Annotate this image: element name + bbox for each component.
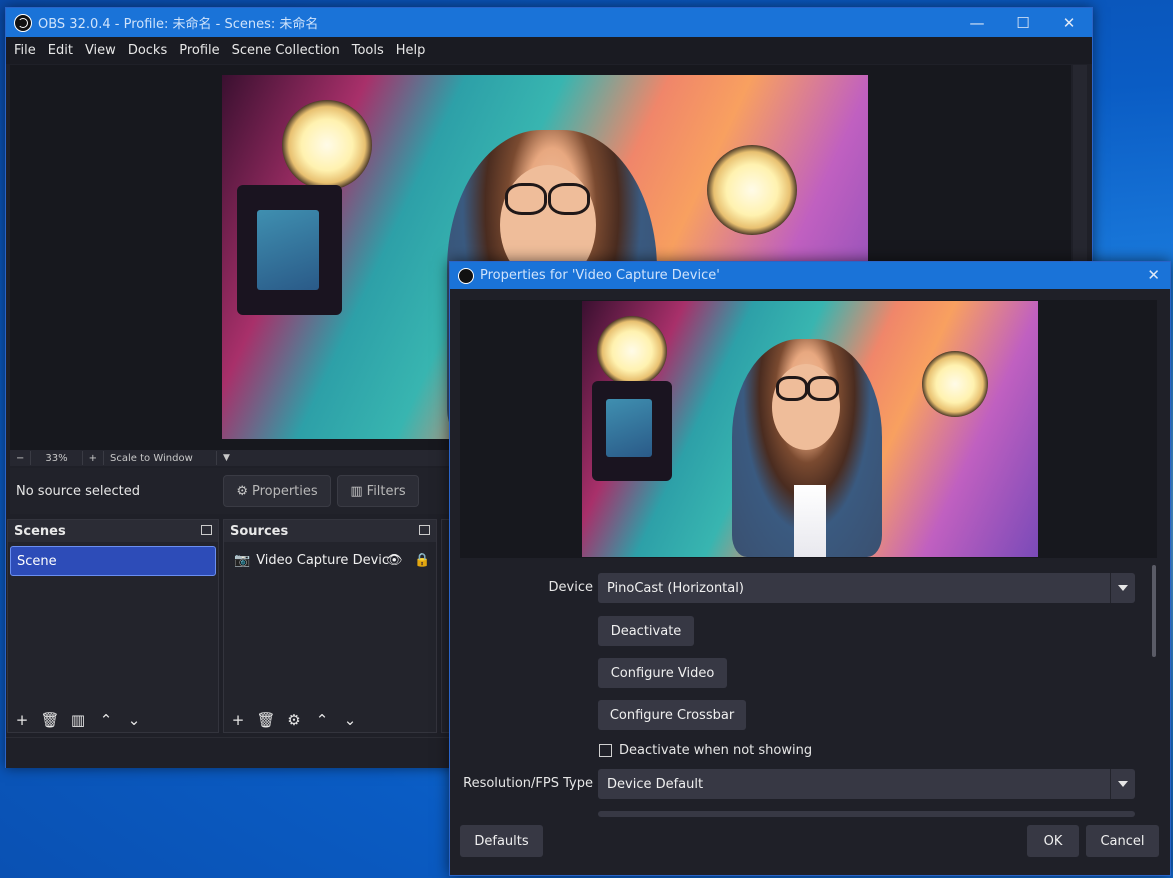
main-window-title: OBS 32.0.4 - Profile: 未命名 - Scenes: 未命名	[38, 17, 319, 32]
no-source-label: No source selected	[16, 484, 140, 499]
minimize-button[interactable]: —	[954, 8, 1000, 37]
menu-profile[interactable]: Profile	[173, 43, 225, 58]
checkbox-box[interactable]	[599, 744, 612, 757]
maximize-icon: ☐	[1016, 13, 1030, 32]
menu-tools[interactable]: Tools	[346, 43, 390, 58]
down-icon[interactable]: ⌄	[336, 711, 364, 729]
down-icon[interactable]: ⌄	[120, 711, 148, 729]
next-select-partial[interactable]	[598, 811, 1135, 817]
cancel-button[interactable]: Cancel	[1086, 825, 1159, 857]
deactivate-when-hidden-checkbox[interactable]: Deactivate when not showing	[599, 743, 812, 758]
scenes-dock: Scenes Scene + 🗑 ▥ ⌃ ⌄	[7, 519, 219, 733]
source-item-label: Video Capture Devic	[256, 552, 390, 568]
properties-label: Properties	[251, 483, 318, 499]
video-capture-image	[582, 301, 1038, 557]
dialog-preview	[460, 300, 1157, 558]
scenes-dock-footer: + 🗑 ▥ ⌃ ⌄	[8, 708, 218, 732]
sources-dock: Sources 📷 Video Capture Devic 👁 🔒 + 🗑 ⚙ …	[223, 519, 437, 733]
scenes-dock-header: Scenes	[8, 520, 218, 542]
menu-scene-collection[interactable]: Scene Collection	[226, 43, 346, 58]
chevron-down-icon	[1110, 769, 1135, 799]
close-button[interactable]: ✕	[1046, 8, 1092, 37]
menu-help[interactable]: Help	[390, 43, 432, 58]
configure-video-button[interactable]: Configure Video	[598, 658, 727, 688]
undock-icon[interactable]	[419, 525, 430, 535]
add-icon[interactable]: +	[224, 711, 252, 729]
close-icon: ✕	[1062, 13, 1076, 32]
device-label: Device	[548, 580, 593, 595]
maximize-button[interactable]: ☐	[1000, 8, 1046, 37]
gear-icon: ⚙	[236, 483, 248, 499]
resfps-value: Device Default	[607, 776, 704, 792]
up-icon[interactable]: ⌃	[308, 711, 336, 729]
zoom-in-button[interactable]: +	[83, 453, 103, 464]
scale-mode-select[interactable]: Scale to Window	[104, 453, 216, 464]
filters-button[interactable]: ▥ Filters	[337, 475, 419, 507]
undock-icon[interactable]	[201, 525, 212, 535]
sources-title: Sources	[230, 523, 289, 539]
ok-button[interactable]: OK	[1027, 825, 1079, 857]
chevron-down-icon	[1110, 573, 1135, 603]
add-icon[interactable]: +	[8, 711, 36, 729]
obs-logo-icon	[458, 267, 474, 284]
deactivate-button[interactable]: Deactivate	[598, 616, 694, 646]
dialog-video-frame	[582, 301, 1038, 557]
up-icon[interactable]: ⌃	[92, 711, 120, 729]
deactivate-when-hidden-label: Deactivate when not showing	[619, 743, 813, 758]
menu-file[interactable]: File	[8, 43, 42, 58]
configure-crossbar-button[interactable]: Configure Crossbar	[598, 700, 746, 730]
filters-label: Filters	[366, 483, 406, 499]
menu-docks[interactable]: Docks	[122, 43, 173, 58]
defaults-button[interactable]: Defaults	[460, 825, 543, 857]
device-value: PinoCast (Horizontal)	[607, 580, 744, 596]
visibility-eye-icon[interactable]: 👁	[386, 553, 403, 568]
gear-icon[interactable]: ⚙	[280, 711, 308, 729]
scene-item-label: Scene	[17, 553, 57, 569]
resfps-select[interactable]: Device Default	[598, 769, 1135, 799]
menu-bar: File Edit View Docks Profile Scene Colle…	[6, 37, 1092, 64]
dialog-scrollbar[interactable]	[1150, 565, 1158, 817]
resfps-label: Resolution/FPS Type	[463, 776, 593, 791]
dialog-title: Properties for 'Video Capture Device'	[480, 268, 720, 283]
filter-icon: ▥	[350, 483, 363, 499]
source-item[interactable]: 📷 Video Capture Devic 👁 🔒	[226, 546, 434, 574]
obs-logo-icon	[14, 13, 32, 32]
properties-button[interactable]: ⚙ Properties	[223, 475, 331, 507]
zoom-out-button[interactable]: −	[10, 453, 30, 464]
dialog-titlebar: Properties for 'Video Capture Device' ✕	[450, 262, 1170, 289]
trash-icon[interactable]: 🗑	[36, 711, 64, 729]
dialog-close-icon[interactable]: ✕	[1147, 266, 1160, 284]
minimize-icon: —	[969, 13, 985, 32]
menu-view[interactable]: View	[79, 43, 122, 58]
menu-edit[interactable]: Edit	[42, 43, 79, 58]
device-select[interactable]: PinoCast (Horizontal)	[598, 573, 1135, 603]
sources-dock-footer: + 🗑 ⚙ ⌃ ⌄	[224, 708, 436, 732]
lock-icon[interactable]: 🔒	[414, 553, 430, 568]
sources-dock-header: Sources	[224, 520, 436, 542]
scale-mode-dropdown-icon[interactable]: ▼	[217, 453, 236, 463]
zoom-value: 33%	[45, 452, 68, 464]
scene-item[interactable]: Scene	[10, 546, 216, 576]
properties-dialog: Properties for 'Video Capture Device' ✕ …	[449, 261, 1171, 876]
scenes-title: Scenes	[14, 523, 66, 539]
camera-icon: 📷	[234, 552, 251, 568]
trash-icon[interactable]: 🗑	[252, 711, 280, 729]
main-titlebar: OBS 32.0.4 - Profile: 未命名 - Scenes: 未命名 …	[6, 8, 1092, 37]
filter-icon[interactable]: ▥	[64, 711, 92, 729]
